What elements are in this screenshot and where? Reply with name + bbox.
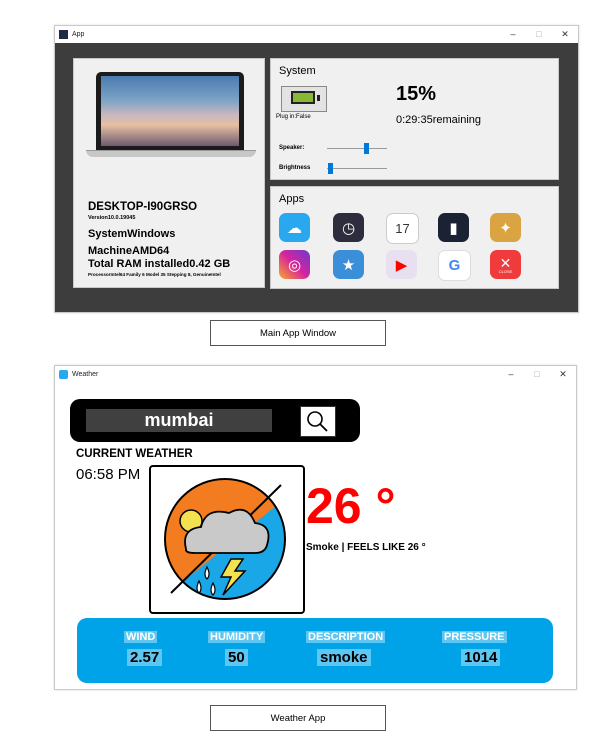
main-app-caption: Main App Window <box>210 320 386 346</box>
window-title: Weather <box>72 370 99 378</box>
speaker-slider-thumb[interactable] <box>364 143 369 154</box>
pc-name: DESKTOP-I90GRSO <box>88 201 198 213</box>
files-app-icon[interactable]: ★ <box>333 250 364 279</box>
minimize-button[interactable]: – <box>500 29 526 39</box>
pressure-value: 1014 <box>461 649 501 666</box>
close-button[interactable]: ✕ <box>550 369 576 380</box>
pc-processor: ProcessorIntel64 Family 6 Model 35 Stepp… <box>88 272 221 277</box>
close-app-icon[interactable]: ✕ CLOSE <box>490 250 521 279</box>
description-value: smoke <box>317 649 371 666</box>
speaker-label: Speaker: <box>279 145 305 151</box>
main-app-window: App – □ ✕ DESKTOP-I90GRSO Version10.0.19… <box>54 25 579 313</box>
thunderstorm-icon <box>164 478 286 600</box>
search-bar <box>70 399 360 442</box>
pc-ram: Total RAM installed0.42 GB <box>88 258 231 270</box>
main-titlebar: App – □ ✕ <box>55 26 578 42</box>
window-title: App <box>72 30 85 38</box>
weather-window-icon <box>59 369 68 379</box>
maximize-button[interactable]: □ <box>526 29 552 39</box>
wind-label: WIND <box>124 631 158 643</box>
current-time: 06:58 PM <box>76 466 141 483</box>
clock-app-icon[interactable]: ◷ <box>333 213 364 242</box>
battery-icon <box>291 91 315 104</box>
weather-description-line: Smoke | FEELS LIKE 26 ° <box>306 542 426 553</box>
google-app-icon[interactable]: G <box>438 250 471 281</box>
pc-machine: MachineAMD64 <box>88 245 170 257</box>
app-icon <box>59 29 68 39</box>
pc-system: SystemWindows <box>88 228 176 240</box>
temperature: 26 ° <box>306 478 396 534</box>
weather-stats-bar: WIND 2.57 HUMIDITY 50 DESCRIPTION smoke … <box>77 618 553 683</box>
current-weather-label: CURRENT WEATHER <box>76 448 193 460</box>
close-button[interactable]: ✕ <box>552 29 578 40</box>
battery-percent: 15% <box>396 83 437 105</box>
maximize-button[interactable]: □ <box>524 369 550 379</box>
humidity-label: HUMIDITY <box>208 631 266 643</box>
pressure-label: PRESSURE <box>442 631 507 643</box>
apps-title: Apps <box>279 193 305 205</box>
weather-body: CURRENT WEATHER 06:58 PM <box>55 383 576 689</box>
search-button[interactable] <box>300 406 336 437</box>
system-title: System <box>279 65 316 77</box>
youtube-app-icon[interactable]: ▶ <box>386 250 417 279</box>
game-app-icon[interactable]: ✦ <box>490 213 521 242</box>
plug-status: Plug in:False <box>276 114 311 120</box>
search-icon <box>307 411 328 432</box>
speaker-slider-track[interactable] <box>327 148 387 149</box>
weather-window: Weather – □ ✕ CURRENT WEATHER 06:58 PM <box>54 365 577 690</box>
battery-button[interactable] <box>281 86 327 112</box>
weather-condition-image <box>149 465 305 614</box>
humidity-value: 50 <box>225 649 248 666</box>
minimize-button[interactable]: – <box>498 369 524 379</box>
brightness-slider-thumb[interactable] <box>328 163 333 174</box>
weather-titlebar: Weather – □ ✕ <box>55 366 576 382</box>
description-label: DESCRIPTION <box>306 631 386 643</box>
system-panel: System Plug in:False 15% 0:29:35remainin… <box>270 58 559 180</box>
brightness-label: Brightness <box>279 165 311 171</box>
laptop-image <box>86 72 256 158</box>
toggle-app-icon[interactable]: ▮ <box>438 213 469 242</box>
instagram-app-icon[interactable]: ◎ <box>279 250 310 279</box>
wind-value: 2.57 <box>127 649 163 666</box>
city-search-input[interactable] <box>86 409 272 432</box>
pc-version: Version10.0.19045 <box>88 215 136 221</box>
weather-app-icon[interactable]: ☁ <box>279 213 310 242</box>
brightness-slider-track[interactable] <box>327 168 387 169</box>
weather-app-caption: Weather App <box>210 705 386 731</box>
main-body: DESKTOP-I90GRSO Version10.0.19045 System… <box>55 43 578 312</box>
battery-time-remaining: 0:29:35remaining <box>396 114 482 126</box>
calendar-app-icon[interactable]: 17 <box>386 213 419 244</box>
pc-info-panel: DESKTOP-I90GRSO Version10.0.19045 System… <box>73 58 265 288</box>
apps-panel: Apps ☁ ◷ 17 ▮ ✦ ◎ ★ ▶ G ✕ CLOSE <box>270 186 559 289</box>
